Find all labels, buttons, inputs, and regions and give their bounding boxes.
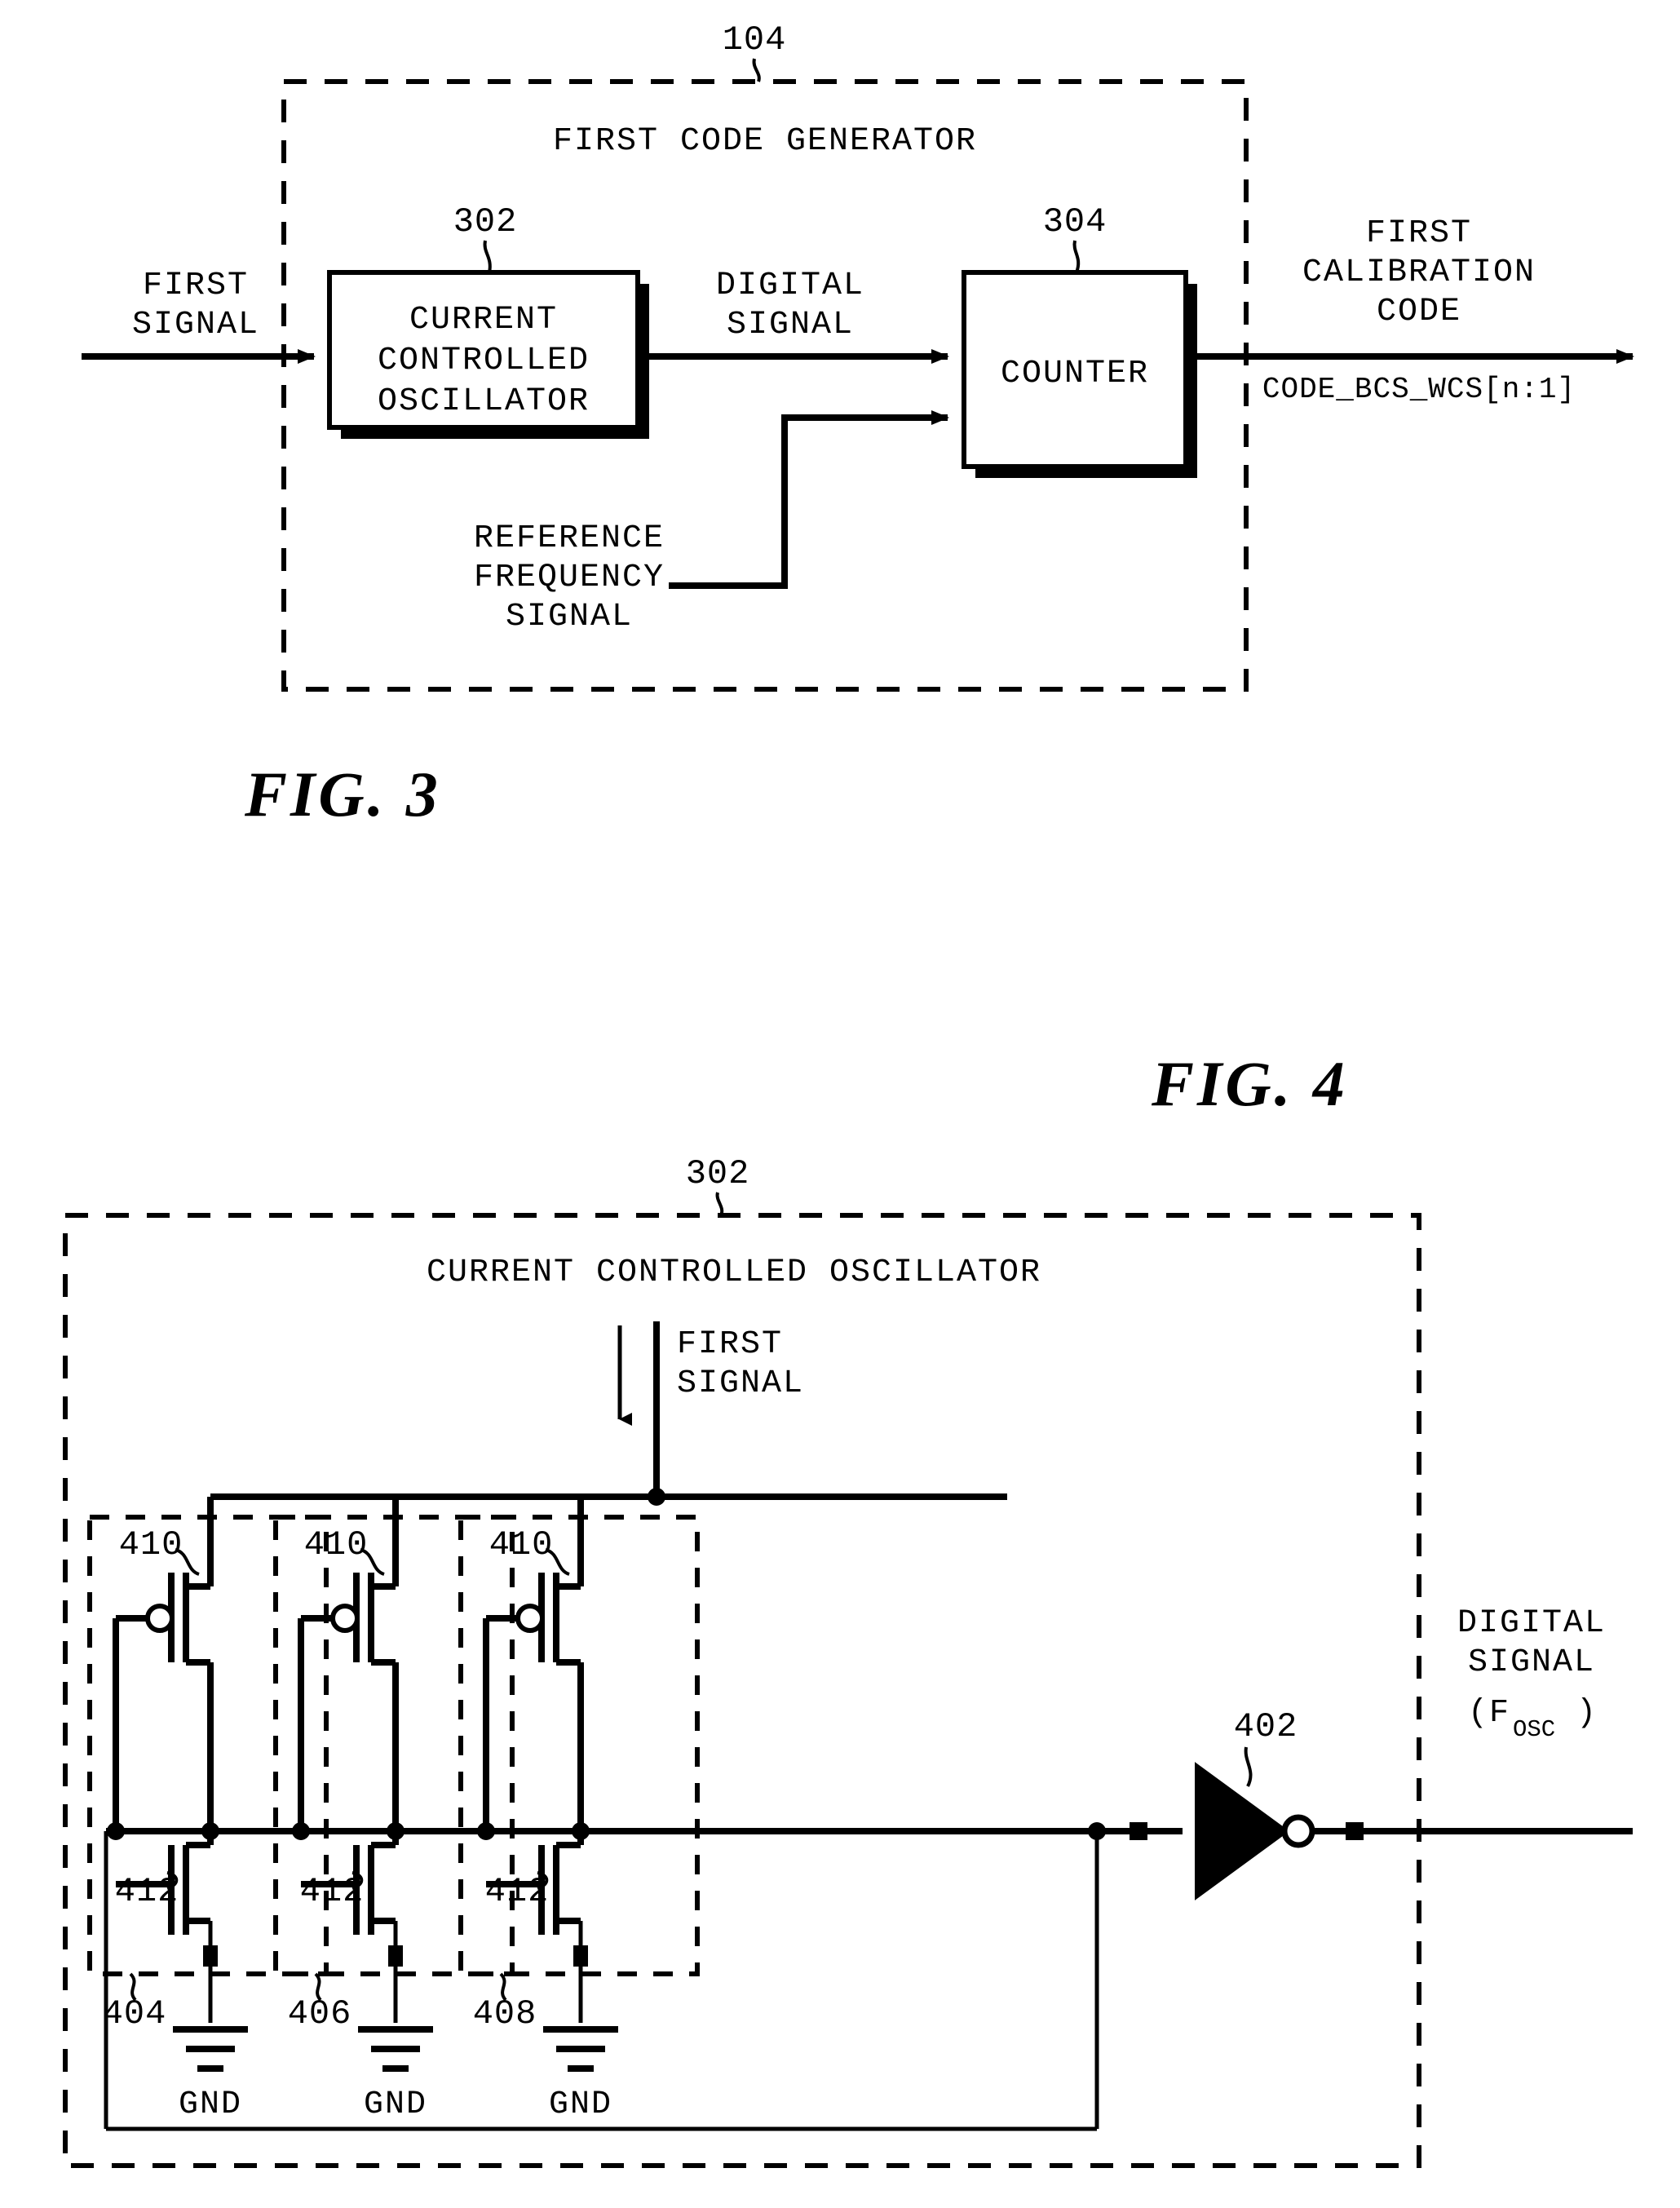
first-code-generator-title: FIRST CODE GENERATOR bbox=[553, 123, 977, 160]
output-inverter-triangle bbox=[1195, 1762, 1290, 1900]
figure-4: FIG. 4 302 CURRENT CONTROLLED OSCILLATOR… bbox=[63, 1048, 1633, 2168]
reference-frequency-wire bbox=[669, 410, 949, 589]
ref-lead-402 bbox=[1244, 1746, 1253, 1787]
first-calibration-code-line2: CALIBRATION bbox=[1302, 254, 1536, 291]
feedback-tap-dot bbox=[1088, 1822, 1106, 1840]
ref-number-104: 104 bbox=[723, 20, 787, 60]
ref-number-302-fig3: 302 bbox=[453, 202, 518, 241]
fosc-paren-open: (F bbox=[1468, 1695, 1510, 1732]
fosc-paren-close: ) bbox=[1576, 1695, 1598, 1732]
output-inverter-bubble bbox=[1281, 1814, 1315, 1848]
cco-label-line2: CONTROLLED bbox=[378, 343, 590, 379]
ref-number-402: 402 bbox=[1234, 1707, 1298, 1746]
first-signal-label-fig4-line1: FIRST bbox=[677, 1326, 783, 1363]
cco-label-line3: OSCILLATOR bbox=[378, 383, 590, 420]
inverter-input-contact bbox=[1130, 1822, 1147, 1840]
ref-number-410-stage1: 410 bbox=[119, 1525, 183, 1564]
stage2-pmos-gate-bubble bbox=[330, 1604, 360, 1633]
first-calibration-code-line3: CODE bbox=[1377, 294, 1461, 330]
ref-lead-302-fig4 bbox=[715, 1192, 724, 1216]
ref-number-302-fig4: 302 bbox=[686, 1154, 750, 1193]
gnd-label-stage2: GND bbox=[364, 2086, 427, 2123]
counter-label: COUNTER bbox=[1001, 356, 1149, 392]
first-signal-label-line1: FIRST bbox=[143, 268, 249, 304]
ref-lead-104 bbox=[752, 58, 761, 82]
digital-signal-label-fig4-line1: DIGITAL bbox=[1457, 1605, 1606, 1642]
ref-number-410-stage3: 410 bbox=[489, 1525, 554, 1564]
stage3-gnd-contact bbox=[573, 1945, 588, 1967]
supply-rail-junction-dot bbox=[648, 1488, 665, 1506]
ref-lead-302 bbox=[483, 240, 492, 273]
gnd-label-stage1: GND bbox=[179, 2086, 242, 2123]
ref-number-412-stage3: 412 bbox=[485, 1872, 550, 1911]
figure-4-title: FIG. 4 bbox=[1151, 1048, 1348, 1119]
figures-canvas: 104 FIRST CODE GENERATOR FIRST SIGNAL 30… bbox=[63, 20, 1634, 2168]
first-calibration-code-line1: FIRST bbox=[1366, 215, 1472, 252]
stage2-gnd-contact bbox=[388, 1945, 403, 1967]
stage1-pmos-gate-bubble bbox=[145, 1604, 175, 1633]
ref-number-304: 304 bbox=[1043, 202, 1107, 241]
first-signal-label-fig4-line2: SIGNAL bbox=[677, 1365, 804, 1402]
stage1-gnd-contact bbox=[203, 1945, 218, 1967]
first-signal-label-line2: SIGNAL bbox=[132, 307, 259, 343]
fosc-subscript: OSC bbox=[1513, 1716, 1555, 1743]
reference-frequency-label-line3: SIGNAL bbox=[506, 599, 633, 635]
digital-signal-label-fig4-line2: SIGNAL bbox=[1468, 1644, 1595, 1681]
figure-3: 104 FIRST CODE GENERATOR FIRST SIGNAL 30… bbox=[82, 20, 1634, 830]
ref-number-412-stage1: 412 bbox=[115, 1872, 179, 1911]
ref-number-412-stage2: 412 bbox=[300, 1872, 365, 1911]
inverter-stage-406: 410 412 406 GND bbox=[288, 1497, 433, 2123]
calibration-code-bus-label: CODE_BCS_WCS[n:1] bbox=[1262, 373, 1576, 406]
inverter-stage-408: 410 412 408 GND bbox=[473, 1497, 618, 2123]
gnd-label-stage3: GND bbox=[549, 2086, 612, 2123]
figure-3-title: FIG. 3 bbox=[244, 759, 441, 830]
inverter-stage-404: 410 412 404 GND bbox=[103, 1497, 248, 2123]
digital-signal-label-line1: DIGITAL bbox=[716, 268, 864, 304]
cco-title-fig4: CURRENT CONTROLLED OSCILLATOR bbox=[427, 1254, 1041, 1291]
cco-label-line1: CURRENT bbox=[409, 302, 558, 339]
inverter-output-contact bbox=[1346, 1822, 1364, 1840]
stage3-pmos-gate-bubble bbox=[515, 1604, 545, 1633]
ref-number-410-stage2: 410 bbox=[304, 1525, 369, 1564]
ref-lead-304 bbox=[1072, 240, 1081, 273]
patent-figure-page: 104 FIRST CODE GENERATOR FIRST SIGNAL 30… bbox=[0, 0, 1680, 2208]
digital-signal-label-line2: SIGNAL bbox=[727, 307, 854, 343]
reference-frequency-label-line2: FREQUENCY bbox=[474, 560, 665, 596]
reference-frequency-label-line1: REFERENCE bbox=[474, 520, 665, 557]
